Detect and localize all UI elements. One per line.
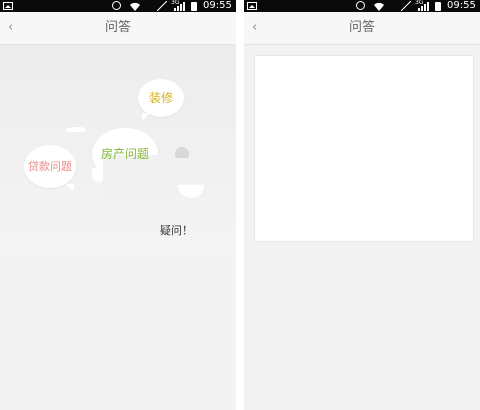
status-bar: 3G 09:55: [0, 0, 236, 12]
picture-icon: [247, 2, 257, 10]
bubble-decoration-label: 装修: [148, 91, 173, 105]
battery-icon: [191, 2, 197, 11]
bubble-house-label: 房产问题: [100, 147, 149, 161]
bubble-decoration[interactable]: 装修: [138, 79, 184, 121]
bubble-loan-label: 贷款问题: [28, 160, 72, 173]
wifi-icon: [374, 2, 384, 11]
page-title: 问答: [348, 20, 375, 35]
nav-bar: ‹ 问答: [0, 12, 236, 45]
signal-icon: [401, 1, 411, 11]
bubble-fragment-gray: [175, 147, 189, 158]
page-title: 问答: [104, 20, 131, 35]
bubble-loan[interactable]: 贷款问题: [24, 145, 76, 191]
alarm-icon: [112, 1, 121, 10]
status-time: 09:55: [203, 0, 232, 11]
battery-icon: [435, 2, 441, 11]
alarm-icon: [356, 1, 365, 10]
bubble-fragment: [65, 127, 87, 132]
signal-bars-icon: [418, 2, 430, 11]
status-bar: 3G 09:55: [244, 0, 480, 12]
nav-bar: ‹ 问答: [244, 12, 480, 45]
status-time: 09:55: [447, 0, 476, 11]
signal-icon: [157, 1, 167, 11]
screen-divider: [236, 0, 244, 410]
lower-area: [0, 255, 236, 410]
content-card: [254, 55, 474, 242]
picture-icon: [3, 2, 13, 10]
left-screen: 3G 09:55 ‹ 问答 装修 贷款问题 房产问题 疑问！: [0, 0, 236, 410]
signal-bars-icon: [174, 2, 186, 11]
bubble-house[interactable]: 房产问题: [92, 128, 158, 180]
right-screen: 3G 09:55 ‹ 问答: [244, 0, 480, 410]
wifi-icon: [130, 2, 140, 11]
question-prompt: 疑问！: [160, 224, 193, 237]
